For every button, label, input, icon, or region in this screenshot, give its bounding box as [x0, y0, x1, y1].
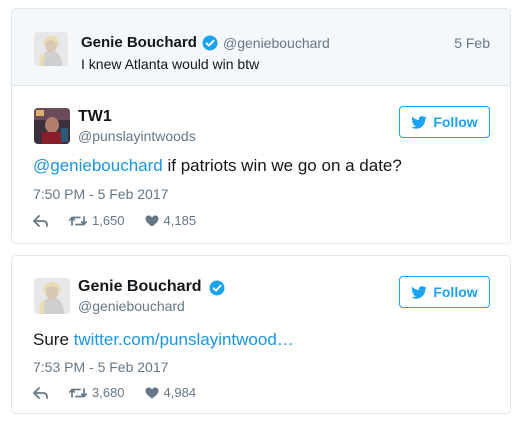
like-count: 4,185: [163, 213, 197, 228]
like-count: 4,984: [163, 385, 197, 400]
reply-tweet[interactable]: TW1 @punslayintwoods Follow @genieboucha…: [11, 86, 511, 244]
genie-avatar[interactable]: [34, 32, 68, 66]
quoted-tweet[interactable]: Genie Bouchard @geniebouchard 5 Feb I kn…: [11, 8, 511, 86]
retweet-action[interactable]: 1,650: [69, 213, 125, 228]
heart-icon: [145, 215, 159, 226]
retweet-icon: [69, 387, 87, 398]
like-action[interactable]: 4,984: [145, 385, 197, 400]
twitter-bird-icon: [411, 115, 428, 129]
genie-avatar[interactable]: [34, 278, 70, 314]
follow-button[interactable]: Follow: [399, 106, 490, 138]
quoted-author-name[interactable]: Genie Bouchard: [81, 34, 197, 51]
main-action-bar: 3,680 4,984: [33, 385, 216, 400]
reply-text-body: if patriots win we go on a date?: [162, 156, 402, 175]
quoted-tweet-text: I knew Atlanta would win btw: [81, 56, 260, 72]
verified-badge-icon: [209, 280, 225, 296]
quoted-date[interactable]: 5 Feb: [454, 35, 490, 51]
reply-timestamp[interactable]: 7:50 PM - 5 Feb 2017: [33, 186, 168, 202]
main-text-body: Sure: [33, 330, 74, 349]
reply-author-name[interactable]: TW1: [78, 108, 112, 126]
heart-icon: [145, 387, 159, 398]
retweet-count: 3,680: [92, 385, 125, 400]
quoted-author-handle[interactable]: @geniebouchard: [223, 35, 330, 51]
reply-icon: [33, 214, 48, 227]
url-link[interactable]: twitter.com/punslayintwood…: [74, 330, 294, 349]
main-author-handle[interactable]: @geniebouchard: [78, 298, 185, 314]
main-timestamp[interactable]: 7:53 PM - 5 Feb 2017: [33, 359, 168, 375]
mention-link[interactable]: @geniebouchard: [33, 156, 163, 175]
follow-button[interactable]: Follow: [399, 276, 490, 308]
retweet-icon: [69, 215, 87, 226]
follow-label: Follow: [433, 114, 478, 130]
reply-action-bar: 1,650 4,185: [33, 213, 216, 228]
retweet-count: 1,650: [92, 213, 125, 228]
reply-author-handle[interactable]: @punslayintwoods: [78, 128, 196, 144]
reply-action[interactable]: [33, 214, 49, 227]
like-action[interactable]: 4,185: [145, 213, 197, 228]
follow-label: Follow: [433, 284, 478, 300]
main-tweet[interactable]: Genie Bouchard @geniebouchard Follow Sur…: [11, 255, 511, 414]
retweet-action[interactable]: 3,680: [69, 385, 125, 400]
reply-tweet-text: @geniebouchard if patriots win we go on …: [33, 156, 402, 176]
verified-badge-icon: [202, 35, 218, 51]
twitter-bird-icon: [411, 285, 428, 299]
main-tweet-text: Sure twitter.com/punslayintwood…: [33, 330, 294, 350]
reply-action[interactable]: [33, 386, 49, 399]
tw1-avatar[interactable]: [34, 108, 70, 144]
main-author-name[interactable]: Genie Bouchard: [78, 278, 202, 296]
reply-icon: [33, 386, 48, 399]
